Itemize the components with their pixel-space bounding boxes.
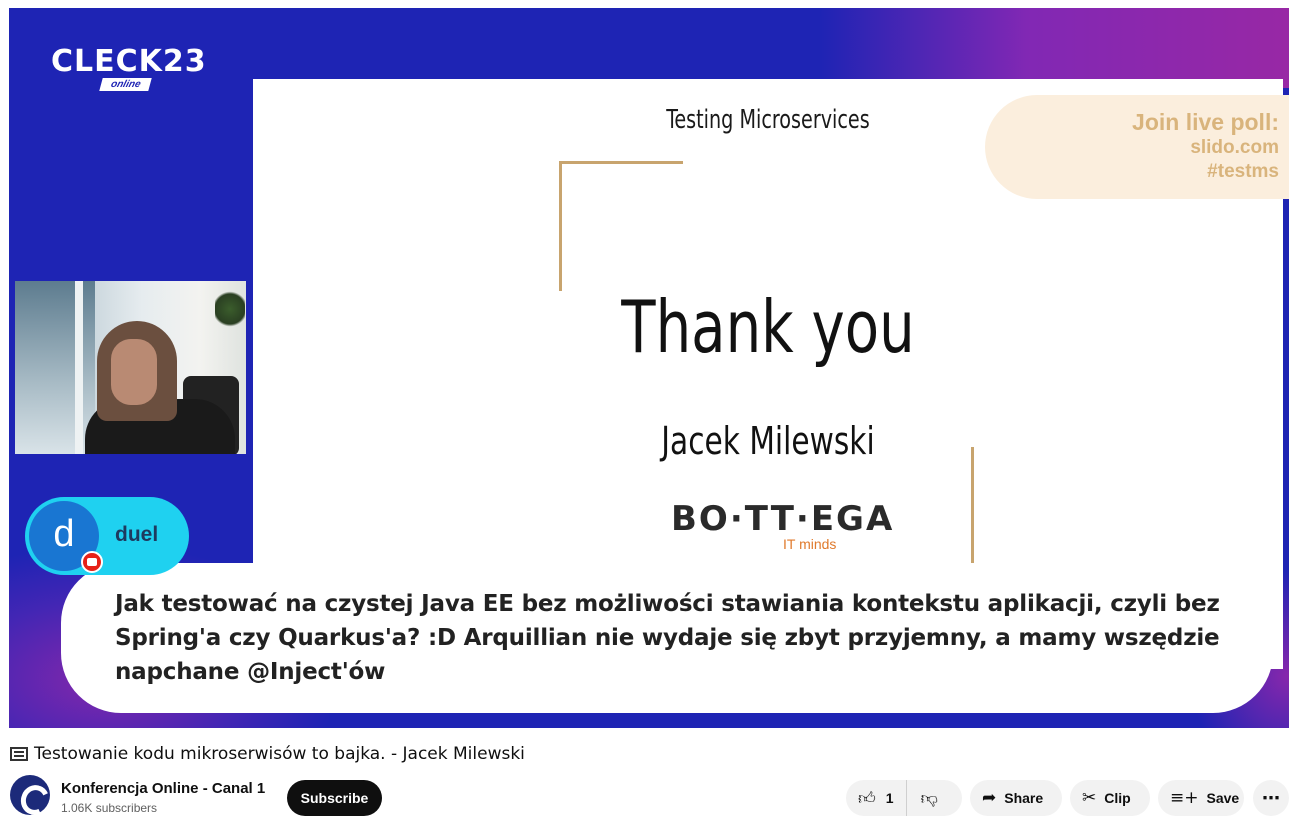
sponsor-logo-sub: IT minds xyxy=(783,536,837,552)
slide-heading: Thank you xyxy=(621,285,915,369)
live-poll-banner: Join live poll: slido.com #testms xyxy=(985,95,1289,199)
share-label: Share xyxy=(1004,790,1044,806)
like-count: 1 xyxy=(885,790,894,806)
thumbs-up-icon: 👍︎ xyxy=(858,788,876,809)
background-glow xyxy=(819,8,1289,88)
chat-author-badge: d duel xyxy=(25,497,189,575)
subscribe-button[interactable]: Subscribe xyxy=(287,780,382,816)
slide-frame-line xyxy=(559,161,562,291)
sponsor-logo: BO·TT·EGA xyxy=(671,499,895,539)
share-button[interactable]: ➦ Share xyxy=(970,780,1062,816)
chat-message-bubble: Jak testować na czystej Java EE bez możl… xyxy=(61,563,1273,713)
clip-label: Clip xyxy=(1104,790,1131,806)
video-title-row: Testowanie kodu mikroserwisów to bajka. … xyxy=(10,744,525,764)
share-arrow-icon: ➦ xyxy=(982,788,997,808)
poll-url: slido.com xyxy=(1190,137,1279,158)
video-player[interactable]: CLECK23 online Testing Microservices Tha… xyxy=(9,8,1289,728)
channel-avatar[interactable] xyxy=(10,775,50,815)
slide-frame-line xyxy=(971,447,974,577)
thumbs-down-icon: 👎︎ xyxy=(920,788,938,809)
more-horizontal-icon: ⋯ xyxy=(1262,787,1280,808)
video-title: Testowanie kodu mikroserwisów to bajka. … xyxy=(34,744,525,764)
more-actions-button[interactable]: ⋯ xyxy=(1253,780,1289,816)
chat-author-name: duel xyxy=(115,523,159,546)
scissors-icon: ✂ xyxy=(1082,788,1097,808)
slide-frame-line xyxy=(559,161,683,164)
conference-logo: CLECK23 xyxy=(51,44,207,79)
like-button[interactable]: 👍︎ 1 xyxy=(846,780,907,816)
slide-speaker-name: Jacek Milewski xyxy=(661,419,875,463)
clip-button[interactable]: ✂ Clip xyxy=(1070,780,1150,816)
channel-name[interactable]: Konferencja Online - Canal 1 xyxy=(61,780,265,797)
document-icon xyxy=(10,747,28,761)
conference-logo-sub: online xyxy=(99,78,153,91)
like-dislike-group: 👍︎ 1 👎︎ xyxy=(846,780,962,816)
speaker-webcam xyxy=(15,281,246,454)
save-button[interactable]: ≡+ Save xyxy=(1158,780,1244,816)
youtube-icon xyxy=(81,551,103,573)
poll-hashtag: #testms xyxy=(1207,161,1279,182)
playlist-add-icon: ≡+ xyxy=(1170,788,1199,808)
chat-message-text: Jak testować na czystej Java EE bez możl… xyxy=(115,591,1220,685)
dislike-button[interactable]: 👎︎ xyxy=(907,780,952,816)
save-label: Save xyxy=(1206,790,1240,806)
poll-heading: Join live poll: xyxy=(1132,109,1279,135)
subscriber-count: 1.06K subscribers xyxy=(61,801,158,815)
